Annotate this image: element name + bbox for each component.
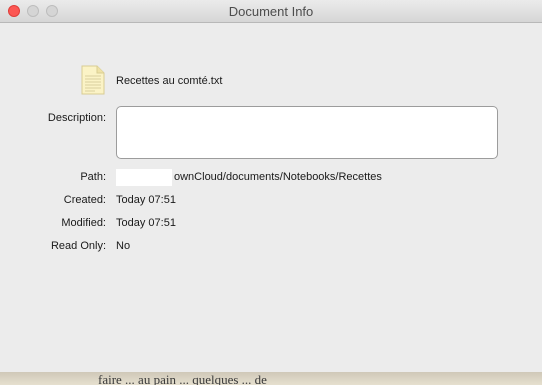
read-only-value: No: [116, 240, 131, 252]
document-info-window: Document Info Recettes au comté.txt Desc…: [0, 0, 542, 385]
path-value: ownCloud/documents/Notebooks/Recettes: [174, 171, 382, 183]
window-title: Document Info: [228, 4, 314, 19]
text-document-icon: [81, 65, 105, 95]
background-document-strip: [0, 372, 542, 385]
modified-value: Today 07:51: [116, 217, 176, 229]
read-only-label: Read Only:: [50, 240, 106, 252]
path-redaction: [116, 169, 172, 186]
created-value: Today 07:51: [116, 194, 176, 206]
created-label: Created:: [63, 194, 106, 206]
path-label: Path:: [80, 171, 106, 183]
title-bar[interactable]: Document Info: [0, 0, 542, 23]
modified-label: Modified:: [61, 217, 106, 229]
description-field[interactable]: [116, 106, 498, 159]
background-document-text: faire ... au pain ... quelques ... de: [98, 373, 267, 385]
file-name: Recettes au comté.txt: [116, 75, 223, 87]
description-label: Description:: [47, 112, 106, 124]
